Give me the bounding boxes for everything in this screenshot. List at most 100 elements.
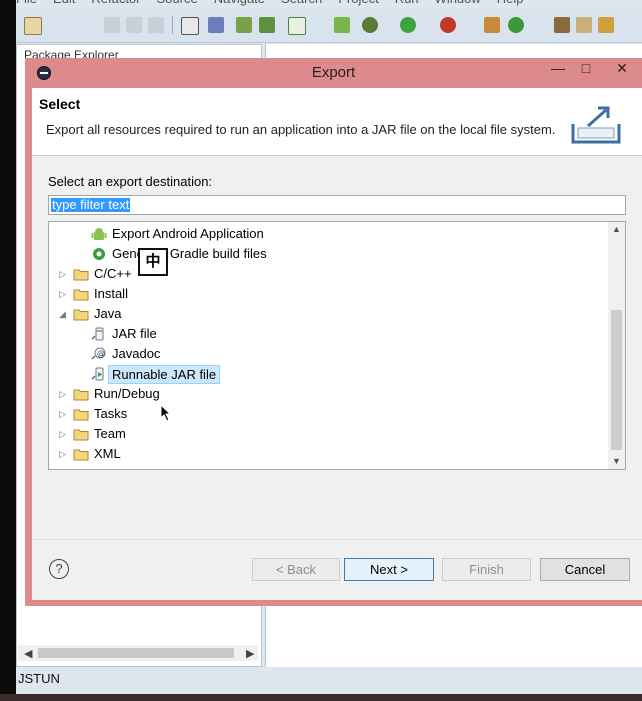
filter-input[interactable]: type filter text [48, 195, 626, 215]
expand-twisty-icon[interactable]: ▷ [59, 264, 66, 284]
new-icon[interactable] [24, 17, 42, 35]
brush-icon[interactable] [598, 17, 614, 33]
menu-run[interactable]: Run [395, 0, 419, 6]
folder-icon [73, 387, 89, 401]
tree-vertical-scrollbar[interactable]: ▲ ▼ [608, 222, 625, 469]
tree-item-label: Export Android Application [112, 226, 264, 241]
wand-icon[interactable] [208, 17, 224, 33]
save-icon[interactable] [104, 17, 120, 33]
jar-icon [91, 327, 107, 341]
scroll-left-icon[interactable]: ◀ [24, 647, 32, 660]
folder-icon [73, 267, 89, 281]
menu-file[interactable]: File [16, 0, 37, 6]
scroll-right-icon[interactable]: ▶ [246, 647, 254, 660]
export-dialog: Export — □ ✕ Select Export all resources… [25, 58, 642, 606]
cancel-button[interactable]: Cancel [540, 558, 630, 581]
filter-text-selected: type filter text [51, 197, 131, 212]
expand-twisty-icon[interactable]: ▷ [59, 424, 66, 444]
menu-refactor[interactable]: Refactor [91, 0, 140, 6]
device-icon[interactable] [259, 17, 275, 33]
new-package-icon[interactable] [484, 17, 500, 33]
tree-item-c-c[interactable]: ▷ C/C++ [49, 264, 605, 284]
menu-project[interactable]: Project [338, 0, 378, 6]
binary-icon[interactable] [181, 17, 199, 35]
expand-twisty-icon[interactable]: ▷ [59, 404, 66, 424]
tree-item-runnable-jar-file[interactable]: Runnable JAR file [49, 364, 605, 384]
tree-item-label: JAR file [112, 326, 157, 341]
run-external-icon[interactable] [440, 17, 456, 33]
download-icon[interactable] [236, 17, 252, 33]
maximize-button[interactable]: □ [572, 58, 600, 80]
print-icon[interactable] [148, 17, 164, 33]
debug-icon[interactable] [362, 17, 378, 33]
dialog-content: Select Export all resources required to … [32, 88, 642, 600]
menu-source[interactable]: Source [157, 0, 198, 6]
tree-item-run-debug[interactable]: ▷ Run/Debug [49, 384, 605, 404]
tree-item-generate-gradle-build-files[interactable]: Generate Gradle build files [49, 244, 605, 264]
next-button[interactable]: Next > [344, 558, 434, 581]
runnable-jar-icon [91, 367, 107, 381]
dialog-title-bar[interactable]: Export — □ ✕ [25, 58, 642, 88]
new-class-icon[interactable] [508, 17, 524, 33]
tree-item-label: Team [94, 426, 126, 441]
scrollbar-thumb[interactable] [611, 310, 622, 450]
menu-help[interactable]: Help [497, 0, 524, 6]
tree-item-label: Java [94, 306, 122, 321]
tree-item-java[interactable]: ◢ Java [49, 304, 605, 324]
svg-text:@: @ [97, 349, 105, 358]
minimize-button[interactable]: — [544, 58, 572, 80]
tree-item-label: Run/Debug [94, 386, 160, 401]
page-title: Select [39, 96, 81, 112]
menu-search[interactable]: Search [281, 0, 322, 6]
tree-item-label: XML [94, 446, 121, 461]
tree-item-team[interactable]: ▷ Team [49, 424, 605, 444]
destination-label: Select an export destination: [48, 174, 213, 189]
tree-item-xml[interactable]: ▷ XML [49, 444, 605, 464]
footer-separator [32, 539, 642, 540]
wizard-header: Select Export all resources required to … [32, 88, 642, 156]
export-wizard-icon [571, 106, 621, 144]
android-sdk-icon[interactable] [334, 17, 350, 33]
run-icon[interactable] [400, 17, 416, 33]
checklist-icon[interactable] [288, 17, 306, 35]
open-type-icon[interactable] [554, 17, 570, 33]
menu-bar: File Edit Refactor Source Navigate Search Proj… [16, 0, 642, 8]
tree-item-javadoc[interactable]: @ Javadoc [49, 344, 605, 364]
javadoc-icon: @ [91, 347, 107, 361]
collapse-twisty-icon[interactable]: ◢ [59, 304, 66, 324]
ime-indicator: 中 [138, 248, 168, 276]
expand-twisty-icon[interactable]: ▷ [59, 284, 66, 304]
scroll-up-icon[interactable]: ▲ [612, 224, 621, 234]
horizontal-scrollbar[interactable]: ◀ ▶ [18, 645, 258, 661]
tree-item-install[interactable]: ▷ Install [49, 284, 605, 304]
menu-navigate[interactable]: Navigate [214, 0, 265, 6]
tree-item-label: Javadoc [112, 346, 161, 361]
scrollbar-thumb[interactable] [38, 648, 234, 658]
tree-item-tasks[interactable]: ▷ Tasks [49, 404, 605, 424]
gradle-icon [91, 247, 107, 261]
menu-window[interactable]: Window [435, 0, 481, 6]
tree-item-export-android-application[interactable]: Export Android Application [49, 224, 605, 244]
tree-item-label: C/C++ [94, 266, 132, 281]
toolbar-separator [172, 16, 173, 34]
search-icon[interactable] [576, 17, 592, 33]
folder-icon [73, 407, 89, 421]
folder-icon [73, 307, 89, 321]
back-button[interactable]: < Back [252, 558, 340, 581]
expand-twisty-icon[interactable]: ▷ [59, 384, 66, 404]
expand-twisty-icon[interactable]: ▷ [59, 444, 66, 464]
scroll-down-icon[interactable]: ▼ [612, 456, 621, 466]
menu-edit[interactable]: Edit [53, 0, 75, 6]
export-wizard-tree[interactable]: Export Android Application Generate Gradl… [48, 221, 626, 470]
save-all-icon[interactable] [126, 17, 142, 33]
close-button[interactable]: ✕ [608, 58, 636, 80]
tree-item-label: Tasks [94, 406, 128, 421]
mouse-cursor-icon [160, 404, 172, 422]
folder-icon [73, 427, 89, 441]
main-toolbar [16, 8, 642, 43]
finish-button[interactable]: Finish [442, 558, 531, 581]
tree-item-jar-file[interactable]: JAR file [49, 324, 605, 344]
tree-item-label: Generate Gradle build files [112, 246, 267, 261]
help-button[interactable]: ? [49, 559, 69, 579]
folder-icon [73, 287, 89, 301]
